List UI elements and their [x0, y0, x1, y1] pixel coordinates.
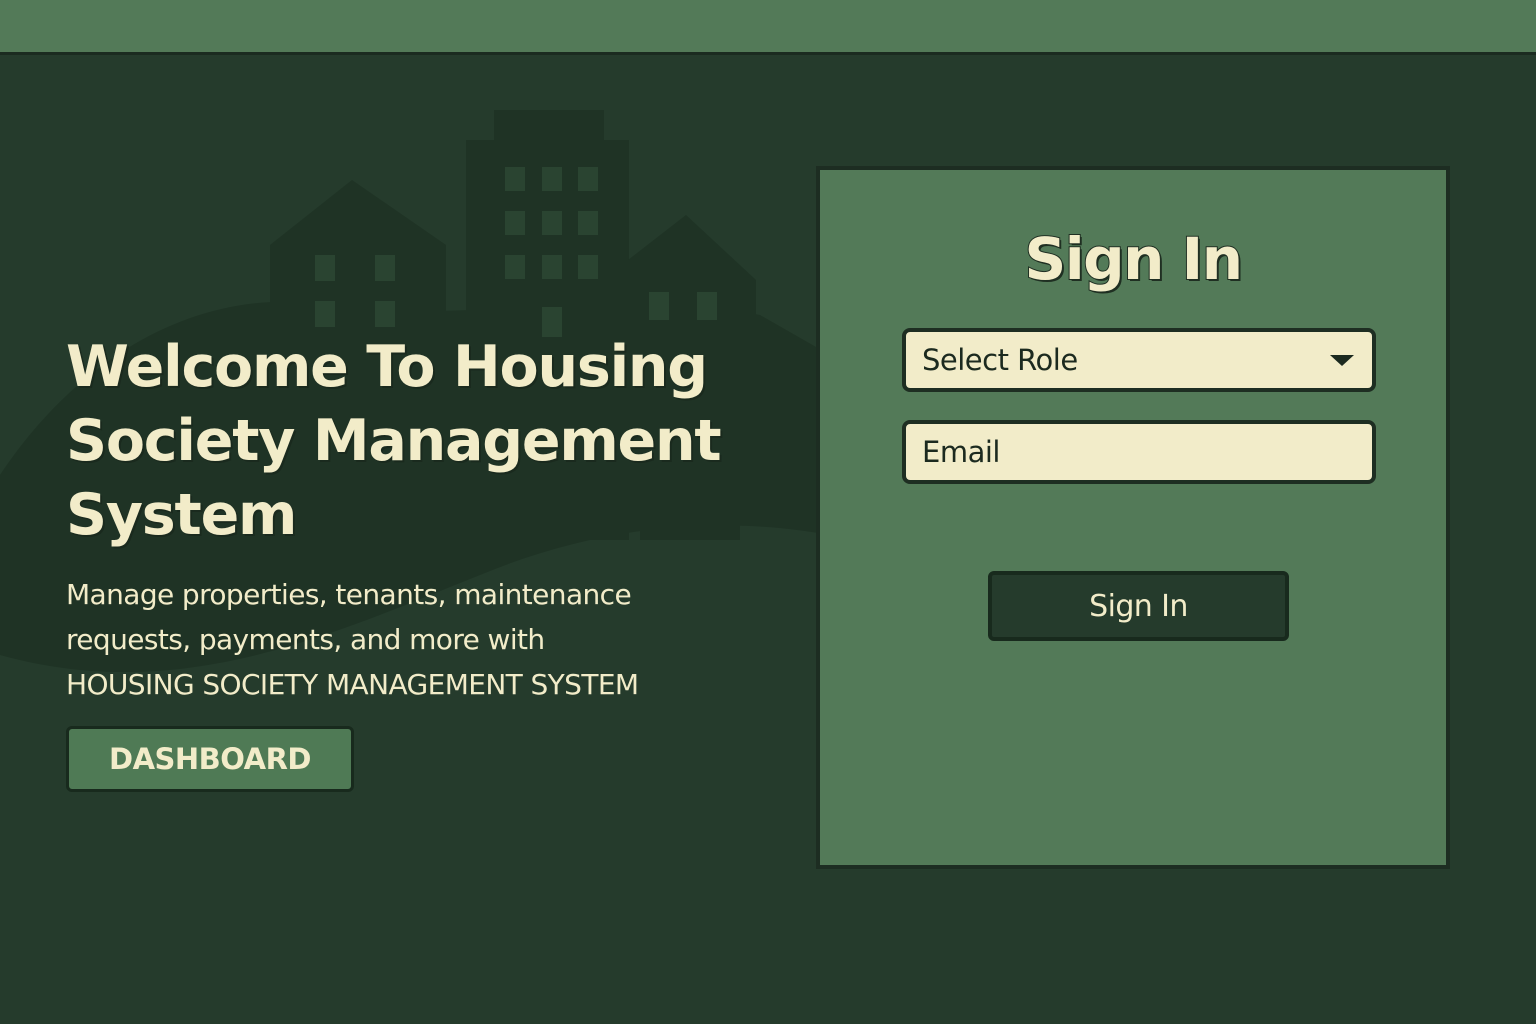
email-field[interactable] [902, 420, 1376, 484]
chevron-down-icon [1330, 354, 1354, 366]
hero-description-line: requests, payments, and more with [66, 623, 545, 656]
hero-description-line: Manage properties, tenants, maintenance [66, 578, 632, 611]
role-select[interactable]: Select Role [902, 328, 1376, 392]
sign-in-button[interactable]: Sign In [988, 571, 1289, 641]
page-title: Welcome To Housing Society Management Sy… [66, 330, 756, 552]
page-title-line: Society Management [66, 408, 722, 474]
dashboard-button[interactable]: DASHBOARD [66, 726, 354, 792]
role-select-value: Select Role [922, 343, 1078, 377]
page: Welcome To Housing Society Management Sy… [0, 0, 1536, 1024]
hero-section: Welcome To Housing Society Management Sy… [66, 330, 756, 707]
page-title-line: Welcome To Housing [66, 334, 708, 400]
page-title-line: System [66, 482, 297, 548]
sign-in-title: Sign In [1023, 224, 1244, 294]
top-bar [0, 0, 1536, 55]
hero-description-line: HOUSING SOCIETY MANAGEMENT SYSTEM [66, 668, 639, 701]
hero-description: Manage properties, tenants, maintenance … [66, 572, 756, 707]
